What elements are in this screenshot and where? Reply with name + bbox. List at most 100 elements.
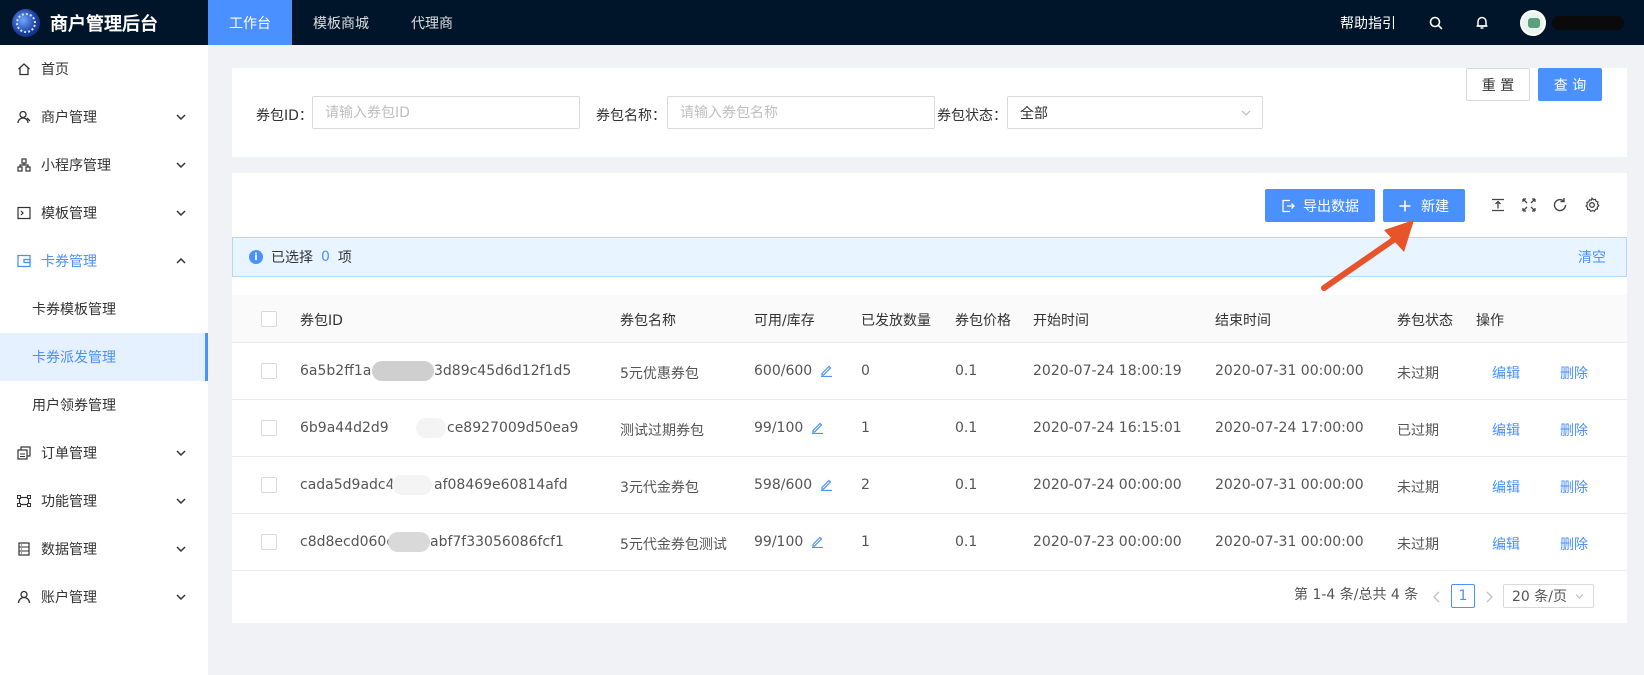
redacted-username [1552,15,1624,30]
sidebar-item-label: 小程序管理 [41,158,111,174]
plus-icon [1399,200,1411,211]
gear-icon[interactable] [1582,195,1602,215]
edit-pen-icon[interactable] [820,478,833,491]
sidebar-item-data[interactable]: 数据管理 [0,525,208,573]
issued-count: 1 [861,420,870,436]
coupon-id-part-b: 3d89c45d6d12f1d5 [434,363,572,379]
selection-count: 0 [321,249,330,265]
query-button[interactable]: 查 询 [1538,68,1602,101]
chevron-down-icon [176,546,186,553]
clear-selection-link[interactable]: 清空 [1578,247,1606,267]
delete-link[interactable]: 删除 [1560,534,1588,554]
sidebar-item-merchant[interactable]: 商户管理 [0,93,208,141]
header-coupon-id[interactable]: 券包ID [300,310,343,330]
sidebar-item-account[interactable]: 账户管理 [0,573,208,621]
edit-pen-icon[interactable] [820,364,833,377]
edit-link[interactable]: 编辑 [1492,420,1520,440]
coupon-name-input[interactable] [667,96,935,129]
logo[interactable]: 商户管理后台 [0,0,208,45]
sidebar-subitem-coupon-dispatch[interactable]: 卡券派发管理 [0,333,208,381]
stock-cell: 600/600 [754,363,833,379]
search-icon[interactable] [1418,0,1454,45]
redacted-id-segment [388,532,430,552]
sidebar-item-label: 订单管理 [41,446,97,462]
reload-icon[interactable] [1550,195,1570,215]
edit-pen-icon[interactable] [811,535,824,548]
stock-value: 598/600 [754,477,813,493]
sidebar-subitem-coupon-template[interactable]: 卡券模板管理 [0,285,208,333]
delete-link[interactable]: 删除 [1560,363,1588,383]
header-price[interactable]: 券包价格 [955,310,1011,330]
select-all-checkbox[interactable] [261,311,277,327]
coupon-price: 0.1 [955,534,978,550]
sidebar-item-function[interactable]: 功能管理 [0,477,208,525]
header-status[interactable]: 券包状态 [1397,310,1453,330]
redacted-id-segment [392,475,432,495]
reset-button[interactable]: 重 置 [1466,68,1530,101]
row-checkbox[interactable] [261,363,277,379]
chevron-down-icon [1241,110,1251,116]
coupon-id-label: 券包ID： [256,108,313,124]
stock-value: 99/100 [754,420,804,436]
row-checkbox[interactable] [261,420,277,436]
sidebar-item-coupon[interactable]: 卡券管理 [0,237,208,285]
user-icon [17,110,31,124]
help-link[interactable]: 帮助指引 [1340,13,1396,33]
delete-link[interactable]: 删除 [1560,477,1588,497]
row-checkbox[interactable] [261,477,277,493]
top-nav: 工作台 模板商城 代理商 [208,0,474,45]
chevron-down-icon [1575,594,1584,599]
sidebar-subitem-user-coupons[interactable]: 用户领券管理 [0,381,208,429]
top-nav-template-mall[interactable]: 模板商城 [292,0,390,45]
coupon-id-part-a: cada5d9adc4 [300,477,395,493]
edit-link[interactable]: 编辑 [1492,363,1520,383]
header-start-time[interactable]: 开始时间 [1033,310,1089,330]
density-icon[interactable] [1488,195,1508,215]
sidebar-item-label: 功能管理 [41,494,97,510]
header-coupon-name[interactable]: 券包名称 [620,310,676,330]
start-time: 2020-07-24 00:00:00 [1033,477,1182,493]
page-1-button[interactable]: 1 [1451,584,1475,608]
pagination-summary: 第 1-4 条/总共 4 条 [1294,587,1419,603]
coupon-id-part-a: c8d8ecd060e [300,534,395,550]
export-icon [1282,199,1295,212]
create-label: 新建 [1421,198,1449,215]
sidebar-item-home[interactable]: 首页 [0,45,208,93]
sidebar-item-label: 卡券管理 [41,254,97,270]
header-stock[interactable]: 可用/库存 [754,310,815,330]
next-page-icon[interactable] [1484,591,1494,603]
sidebar-item-template[interactable]: 模板管理 [0,189,208,237]
start-time: 2020-07-23 00:00:00 [1033,534,1182,550]
row-checkbox[interactable] [261,534,277,550]
coupon-id-input[interactable] [312,96,580,129]
header-issued[interactable]: 已发放数量 [861,310,931,330]
delete-link[interactable]: 删除 [1560,420,1588,440]
logo-globe-icon [12,8,40,37]
chevron-down-icon [176,450,186,457]
coupon-id-part-b: abf7f33056086fcf1 [430,534,564,550]
page-size-select[interactable]: 20 条/页 [1503,584,1594,608]
edit-link[interactable]: 编辑 [1492,534,1520,554]
table-row: 6b9a44d2d9 ce8927009d50ea9 测试过期券包 99/100… [232,400,1627,457]
coupon-name: 5元优惠券包 [620,366,699,382]
sidebar-item-order[interactable]: 订单管理 [0,429,208,477]
end-time: 2020-07-31 00:00:00 [1215,363,1364,379]
edit-link[interactable]: 编辑 [1492,477,1520,497]
sidebar-item-label: 首页 [41,62,69,78]
coupon-name: 5元代金券包测试 [620,537,727,553]
avatar[interactable] [1520,9,1546,36]
header-end-time[interactable]: 结束时间 [1215,310,1271,330]
coupon-status-select[interactable]: 全部 [1007,96,1263,129]
prev-page-icon[interactable] [1432,591,1442,603]
coupon-id-part-b: ce8927009d50ea9 [447,420,579,436]
top-nav-agent[interactable]: 代理商 [390,0,474,45]
edit-pen-icon[interactable] [811,421,824,434]
end-time: 2020-07-31 00:00:00 [1215,477,1364,493]
fullscreen-icon[interactable] [1519,195,1539,215]
page-size-value: 20 条/页 [1512,589,1567,605]
bell-icon[interactable] [1464,0,1500,45]
sidebar-item-miniprogram[interactable]: 小程序管理 [0,141,208,189]
top-nav-workbench[interactable]: 工作台 [208,0,292,45]
redacted-id-segment [416,418,446,438]
sidebar: 首页 商户管理 小程序管理 模板管理 卡券管理 卡券模板管理 卡券派发管理 用户… [0,45,208,675]
